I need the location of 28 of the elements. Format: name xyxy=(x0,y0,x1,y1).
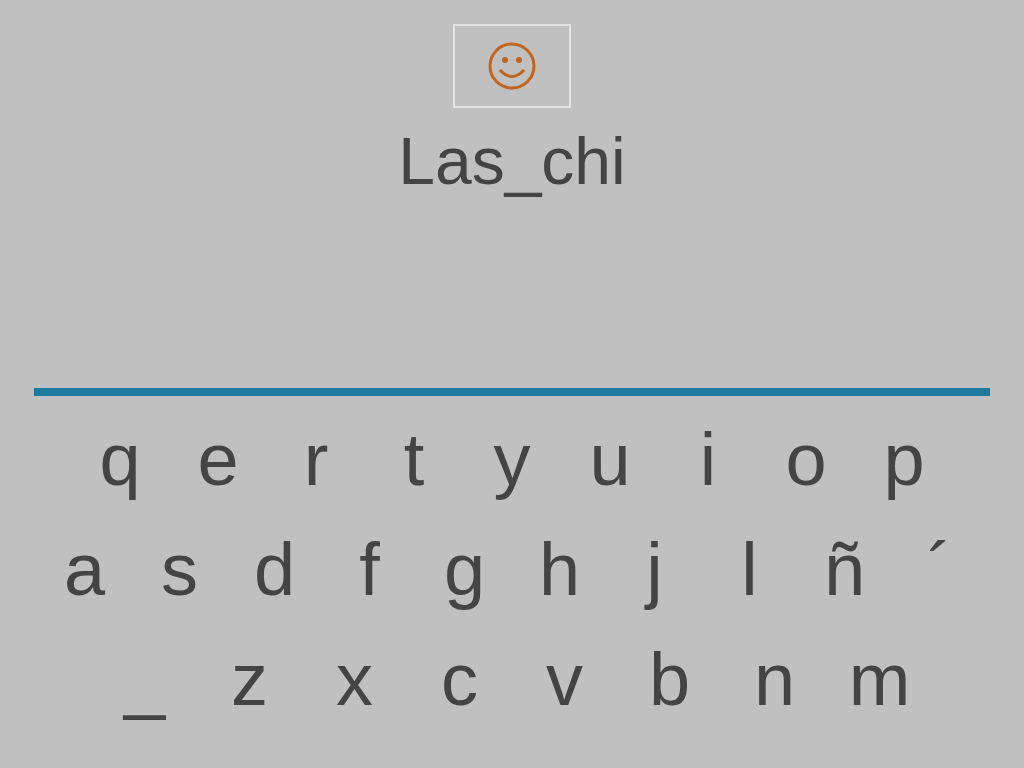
letter-key[interactable]: b xyxy=(617,636,722,724)
letter-key[interactable]: j xyxy=(607,526,702,614)
letter-key[interactable]: s xyxy=(132,526,227,614)
letter-key[interactable]: _ xyxy=(92,636,197,724)
letter-key[interactable]: o xyxy=(757,416,855,504)
smiley-icon xyxy=(487,41,537,91)
letter-key[interactable]: ñ xyxy=(797,526,892,614)
letter-key[interactable]: a xyxy=(37,526,132,614)
letter-key[interactable]: n xyxy=(722,636,827,724)
letter-key[interactable]: h xyxy=(512,526,607,614)
letter-key[interactable]: e xyxy=(169,416,267,504)
letter-key[interactable]: q xyxy=(71,416,169,504)
letter-key[interactable]: p xyxy=(855,416,953,504)
letter-key[interactable]: ´ xyxy=(892,526,987,614)
letter-key[interactable]: l xyxy=(702,526,797,614)
letter-key[interactable]: c xyxy=(407,636,512,724)
letter-key[interactable]: d xyxy=(227,526,322,614)
letter-key[interactable]: r xyxy=(267,416,365,504)
letter-key[interactable]: i xyxy=(659,416,757,504)
letter-key[interactable]: g xyxy=(417,526,512,614)
letter-key[interactable]: u xyxy=(561,416,659,504)
letter-key[interactable]: f xyxy=(322,526,417,614)
letter-key[interactable]: t xyxy=(365,416,463,504)
letter-key[interactable]: m xyxy=(827,636,932,724)
letter-key[interactable]: y xyxy=(463,416,561,504)
letter-key[interactable]: v xyxy=(512,636,617,724)
letter-key[interactable]: x xyxy=(302,636,407,724)
letter-key[interactable]: z xyxy=(197,636,302,724)
